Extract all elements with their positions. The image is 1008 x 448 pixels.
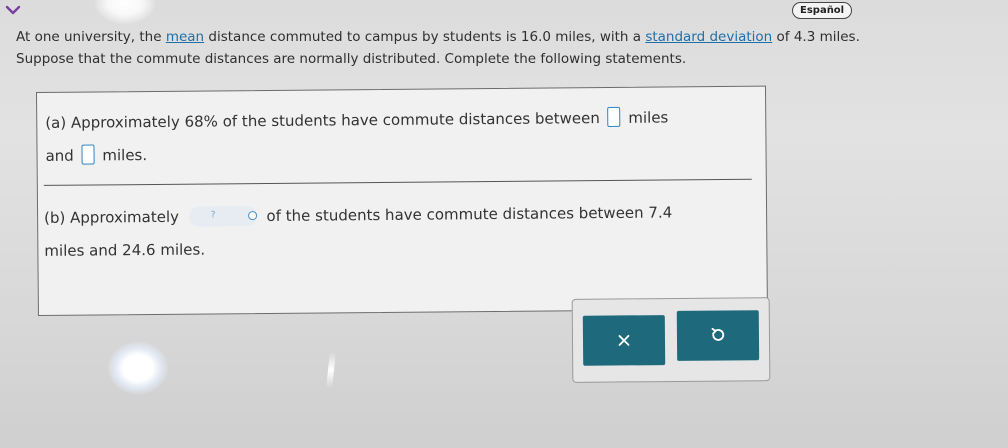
language-toggle-button[interactable]: Español (792, 2, 853, 19)
chevron-down-icon[interactable] (0, 0, 26, 20)
part-b-percent-dropdown[interactable]: ? (188, 206, 257, 227)
dropdown-placeholder: ? (210, 210, 216, 221)
part-a-upper-input[interactable] (81, 144, 95, 165)
section-divider (43, 178, 752, 186)
close-icon (618, 334, 630, 346)
standard-deviation-link[interactable]: standard deviation (645, 29, 772, 45)
part-b-text-rest: of the students have commute distances b… (261, 203, 673, 226)
dropdown-handle-icon (247, 211, 257, 221)
screen-glare-streak (326, 351, 336, 389)
problem-text: distance commuted to campus by students … (204, 29, 646, 45)
part-a-unit-end: miles. (97, 146, 148, 165)
part-a-statement: (a) Approximately 68% of the students ha… (45, 101, 736, 173)
undo-button[interactable] (676, 310, 760, 361)
undo-icon (711, 327, 725, 341)
part-a-unit: miles (623, 108, 669, 127)
mean-link[interactable]: mean (166, 29, 204, 45)
clear-button[interactable] (582, 315, 666, 366)
part-b-statement: (b) Approximately ? of the students have… (44, 196, 735, 268)
answer-panel: (a) Approximately 68% of the students ha… (36, 85, 768, 316)
problem-line-2: Suppose that the commute distances are n… (16, 51, 687, 67)
problem-statement: At one university, the mean distance com… (16, 26, 991, 70)
screen-glare (95, 0, 155, 24)
problem-text: of 4.3 miles. (772, 29, 860, 45)
action-button-tray (571, 297, 771, 383)
screen-glare (108, 342, 168, 394)
part-b-text: (b) Approximately (44, 207, 184, 227)
part-a-lower-input[interactable] (607, 106, 621, 128)
problem-text: At one university, the (16, 29, 166, 45)
part-a-text: (a) Approximately 68% of the students ha… (45, 109, 605, 132)
part-b-line-2: miles and 24.6 miles. (44, 240, 206, 260)
problem-line-1: At one university, the mean distance com… (16, 26, 991, 48)
part-a-and: and (45, 146, 79, 165)
